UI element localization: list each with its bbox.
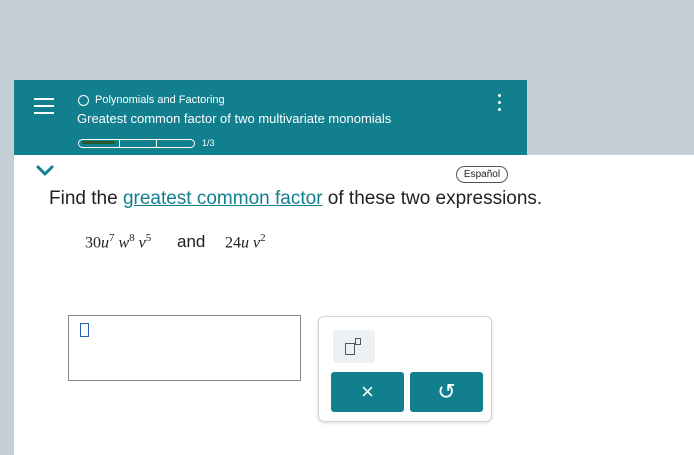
undo-button[interactable]: ↺ [410,372,483,412]
circle-icon [78,94,89,106]
expression-2: 24u v2 [225,232,266,252]
chevron-down-icon[interactable] [34,160,56,182]
box-with-superscript-icon [345,343,355,355]
exponent-button[interactable] [333,330,375,363]
progress-segment-2 [120,138,157,148]
lesson-subtitle: Greatest common factor of two multivaria… [77,111,392,126]
question-suffix: of these two expressions. [322,188,543,209]
connector-and: and [177,232,206,251]
expressions-row: 30u7 w8 v5 and 24u v2 [85,224,345,258]
espanol-button[interactable]: Español [456,166,508,183]
gcf-definition-link[interactable]: greatest common factor [123,188,323,209]
lesson-header: Polynomials and Factoring Greatest commo… [14,80,527,155]
page-background-left [0,0,14,455]
page-background-top [0,0,694,80]
math-tools-panel: × ↺ [318,316,492,422]
topic-label: Polynomials and Factoring [95,94,225,106]
question-text: Find the greatest common factor of these… [49,188,542,210]
progress-text: 1/3 [202,138,215,148]
input-placeholder-box [80,323,89,337]
kebab-menu-icon[interactable] [498,94,502,112]
progress-bar: 1/3 [78,138,215,148]
progress-segment-3 [157,138,195,148]
clear-button[interactable]: × [331,372,404,412]
page-background-right [527,80,694,155]
progress-segment-1 [78,138,120,148]
menu-icon[interactable] [34,98,54,114]
question-prefix: Find the [49,188,123,209]
topic-title: Polynomials and Factoring [78,94,225,106]
answer-input[interactable] [68,315,301,381]
expression-1: 30u7 w8 v5 [85,232,152,252]
